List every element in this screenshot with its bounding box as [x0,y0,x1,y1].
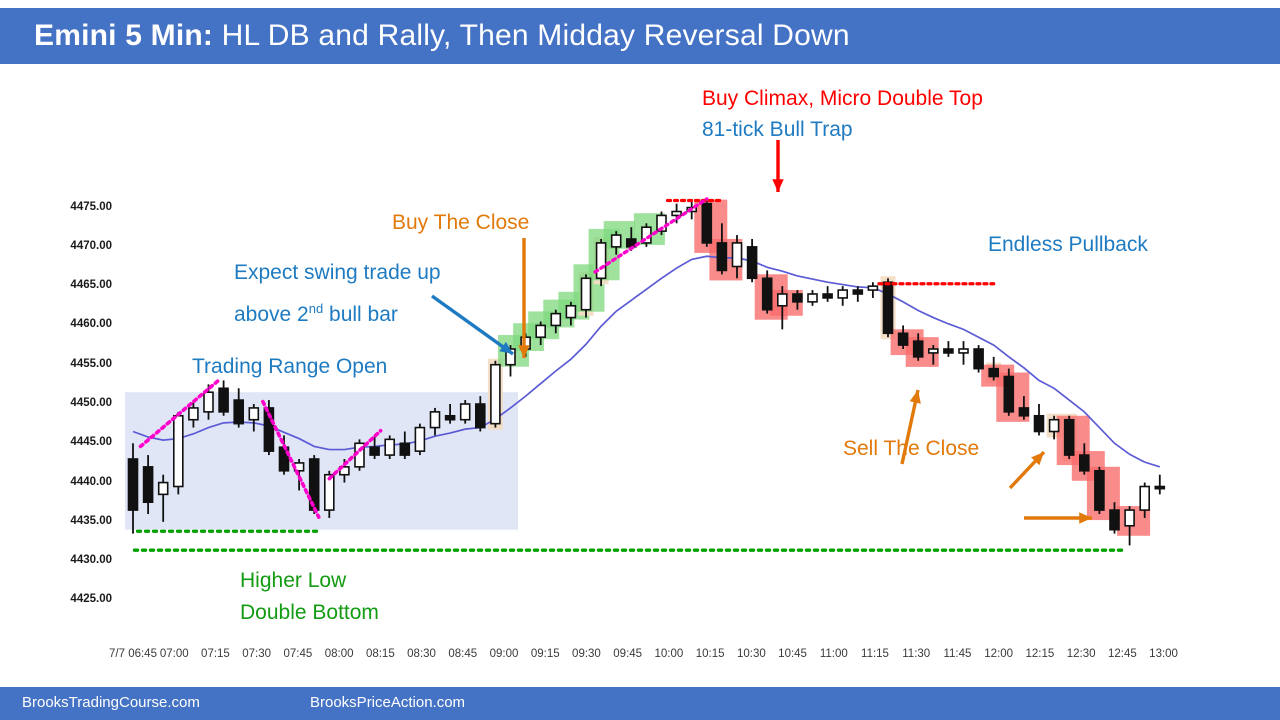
annotation-sell-the-close: Sell The Close [843,437,980,460]
candlestick-bar [1094,466,1105,514]
expect-swing-text-b: bull bar [323,303,398,326]
candlestick-bar [459,400,471,424]
candlestick-bar [701,199,713,247]
y-axis-tick-label: 4460.00 [70,318,112,331]
expect-swing-superscript: nd [308,301,324,316]
arrow-sell-the-close-3 [1024,512,1092,524]
y-axis-tick-label: 4435.00 [70,514,112,527]
y-axis-tick-label: 4465.00 [70,279,112,292]
candlestick-bar [1033,404,1045,436]
candlestick-bar [958,341,969,365]
x-axis-tick-label: 13:00 [1149,648,1178,660]
candlestick-bar [490,360,501,428]
candlestick-bar [867,282,879,298]
candlestick-bar [822,286,833,302]
candlestick-bar [746,239,758,283]
arrow-sell-the-close-2 [1008,450,1046,490]
title-bold-part: Emini 5 Min: [34,19,214,52]
candlestick-bar [656,211,667,236]
slide-footer-bar: BrooksTradingCourse.com BrooksPriceActio… [0,687,1280,720]
annotation-trading-range-open: Trading Range Open [192,355,388,378]
candlestick-bar [852,286,864,302]
title-rest-part: HL DB and Rally, Then Midday Reversal Do… [213,19,850,52]
y-axis-tick-label: 4475.00 [70,200,112,213]
y-axis-tick-label: 4470.00 [70,239,112,252]
candlestick-bar [882,278,894,338]
trading-range-box [125,392,519,530]
arrow-expect-swing [431,294,514,356]
expect-swing-text-a: above 2 [234,303,309,326]
slide-header-bar: Emini 5 Min: HL DB and Rally, Then Midda… [0,8,1280,64]
candlestick-bar [1063,415,1075,459]
candlestick-bar [988,356,1000,381]
annotation-expect-swing-line1: Expect swing trade up [234,261,441,284]
annotation-expect-swing-line2: above 2nd bull bar [234,294,398,329]
candlestick-bar [973,345,984,373]
candlestick-bar [595,239,607,287]
y-axis-tick-label: 4430.00 [70,554,112,567]
annotation-endless-pullback: Endless Pullback [988,233,1148,256]
candlestick-bar [1154,474,1166,495]
annotation-higher-low: Higher Low [240,569,347,592]
candlestick-bar [897,325,909,349]
candlestick-bar [414,423,426,456]
candlestick-bar [807,290,818,306]
candlestick-bar [837,286,849,306]
page-title: Emini 5 Min: HL DB and Rally, Then Midda… [0,19,850,53]
candlestick-bar [943,341,954,357]
annotation-buy-the-close: Buy The Close [392,211,530,234]
y-axis-tick-label: 4445.00 [70,436,112,449]
annotation-double-bottom: Double Bottom [240,601,379,624]
candlestick-bar [1124,506,1135,546]
slide-root: Emini 5 Min: HL DB and Rally, Then Midda… [0,0,1280,720]
y-axis-tick-label: 4440.00 [70,475,112,488]
candlestick-bar [173,411,184,495]
annotation-buy-climax: Buy Climax, Micro Double Top [702,87,983,110]
candlestick-bar [1003,368,1015,416]
footer-link-brooks-trading-course[interactable]: BrooksTradingCourse.com [22,694,200,711]
footer-link-brooks-price-action[interactable]: BrooksPriceAction.com [310,694,465,711]
annotation-bull-trap: 81-tick Bull Trap [702,118,853,141]
y-axis-tick-label: 4455.00 [70,357,112,370]
arrow-buy-climax [772,140,784,192]
y-axis-tick-label: 4425.00 [70,593,112,606]
y-axis-tick-label: 4450.00 [70,397,112,409]
candlestick-bar [218,380,229,416]
candlestick-bar [384,435,396,459]
